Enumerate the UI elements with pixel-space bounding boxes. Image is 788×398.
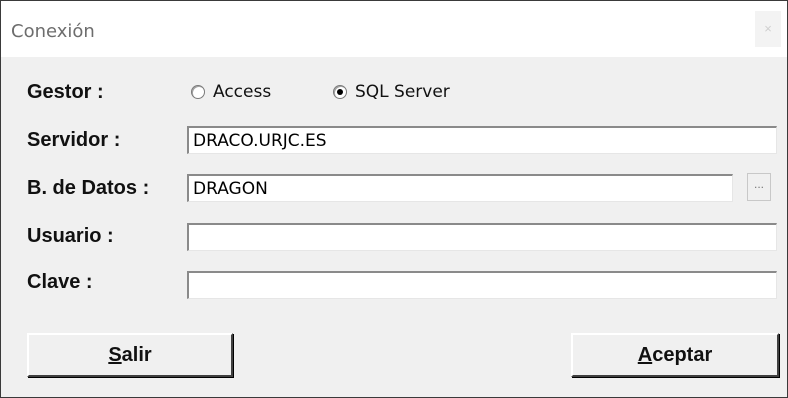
gestor-label: Gestor : (27, 81, 104, 103)
usuario-input[interactable] (187, 223, 777, 251)
radio-button-icon (191, 85, 205, 99)
clave-label: Clave : (27, 271, 93, 293)
radio-sql-server-label: SQL Server (355, 82, 450, 102)
browse-database-button[interactable]: ... (747, 173, 771, 201)
close-button[interactable]: × (755, 11, 781, 47)
aceptar-mnemonic: A (637, 344, 653, 366)
radio-sql-server[interactable]: SQL Server (333, 82, 450, 102)
aceptar-button[interactable]: Aceptar (571, 333, 779, 377)
aceptar-label-rest: ceptar (652, 344, 713, 366)
window-title: Conexión (11, 21, 95, 42)
clave-input[interactable] (187, 271, 777, 299)
connection-dialog: Conexión × Gestor : Access SQL Server Se… (0, 0, 788, 398)
salir-label-rest: alir (121, 344, 152, 366)
radio-access[interactable]: Access (191, 82, 271, 102)
servidor-input[interactable]: DRACO.URJC.ES (187, 126, 777, 154)
usuario-label: Usuario : (27, 225, 114, 247)
servidor-label: Servidor : (27, 129, 121, 151)
radio-button-selected-icon (333, 85, 347, 99)
salir-button[interactable]: Salir (27, 333, 233, 377)
radio-access-label: Access (213, 82, 272, 102)
title-bar: Conexión × (1, 1, 787, 57)
salir-mnemonic: S (108, 344, 122, 366)
database-label: B. de Datos : (27, 177, 150, 199)
database-input[interactable]: DRAGON (187, 174, 733, 202)
